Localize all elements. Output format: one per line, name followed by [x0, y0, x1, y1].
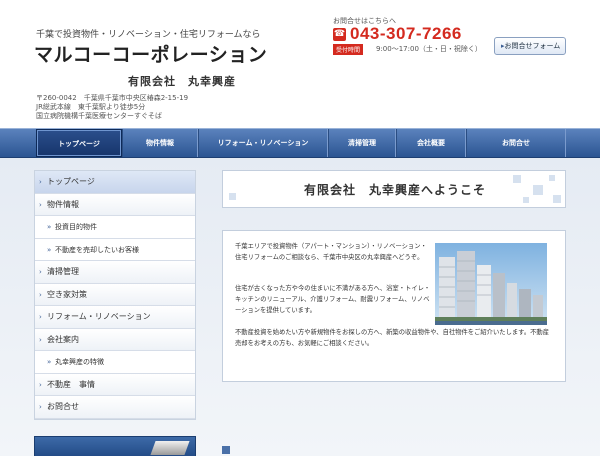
chevron-right-icon: › — [39, 268, 42, 276]
site-logo[interactable]: マルコーコーポレーション — [34, 40, 267, 67]
phone-icon: ☎ — [333, 28, 346, 41]
buildings-image — [435, 243, 547, 325]
main-nav: トップページ 物件情報 リフォーム・リノベーション 清掃管理 会社概要 お問合せ — [0, 128, 600, 158]
double-chevron-icon: » — [47, 245, 52, 254]
sidebar-item-cleaning[interactable]: › 清掃管理 — [35, 261, 195, 284]
nav-item-reform[interactable]: リフォーム・リノベーション — [198, 129, 328, 157]
nav-item-top[interactable]: トップページ — [36, 129, 122, 157]
nav-item-company[interactable]: 会社概要 — [396, 129, 466, 157]
nav-item-contact[interactable]: お問合せ — [466, 129, 566, 157]
intro-paragraph: 住宅が古くなった方や今の住まいに不満がある方へ、浴室・トイレ・キッチンのリニュー… — [235, 285, 431, 315]
double-chevron-icon: » — [47, 223, 52, 231]
chevron-right-icon: › — [39, 200, 42, 209]
chevron-right-icon: › — [39, 313, 42, 321]
sidebar-item-reform[interactable]: › リフォーム・リノベーション — [35, 306, 195, 329]
contact-form-label: お問合せフォーム — [504, 42, 561, 50]
intro-content: 千葉エリアで投資物件（アパート・マンション）・リノベーション・住宅リフォームのご… — [222, 230, 566, 382]
site-header: 千葉で投資物件・リノベーション・住宅リフォームなら マルコーコーポレーション 有… — [0, 0, 600, 128]
chevron-right-icon: › — [39, 178, 42, 186]
company-name: 有限会社 丸幸興産 — [128, 75, 236, 88]
chevron-right-icon: › — [39, 335, 42, 344]
double-chevron-icon: » — [47, 358, 52, 366]
welcome-heading-box: 有限会社 丸幸興産へようこそ — [222, 170, 566, 208]
hours-badge: 受付時間 — [333, 44, 364, 55]
sidebar-item-company[interactable]: › 会社案内 — [35, 328, 195, 351]
next-section-heading — [222, 444, 342, 456]
banner-graphic — [150, 441, 190, 455]
chevron-right-icon: › — [39, 290, 42, 299]
sidebar-item-features[interactable]: » 丸幸興産の特徴 — [35, 351, 195, 374]
intro-paragraph: 千葉エリアで投資物件（アパート・マンション）・リノベーション・住宅リフォームのご… — [235, 243, 427, 262]
section-marker-icon — [222, 446, 230, 454]
welcome-title: 有限会社 丸幸興産へようこそ — [303, 183, 486, 197]
sidebar-banner[interactable] — [34, 436, 196, 456]
nav-item-properties[interactable]: 物件情報 — [122, 129, 198, 157]
tagline: 千葉で投資物件・リノベーション・住宅リフォームなら — [36, 30, 261, 40]
city-buildings-photo — [435, 243, 547, 325]
address-line: 国立病院機構千葉医療センターすぐそば — [36, 112, 162, 120]
chevron-right-icon: › — [39, 403, 42, 411]
business-hours: 9:00〜17:00（土・日・祝除く） — [376, 45, 482, 53]
sidebar-item-properties[interactable]: › 物件情報 — [35, 193, 195, 216]
sidebar-item-realestate[interactable]: › 不動産 事情 — [35, 373, 195, 396]
sidebar-item-contact[interactable]: › お問合せ — [35, 396, 195, 419]
sidebar-item-sell[interactable]: » 不動産を売却したいお客様 — [35, 238, 195, 261]
chevron-right-icon: › — [39, 380, 42, 389]
sidebar-menu: › トップページ › 物件情報 » 投資目的物件 » 不動産を売却したいお客様 › 清掃管… — [34, 170, 196, 420]
sidebar-item-vacant[interactable]: › 空き家対策 — [35, 283, 195, 306]
sidebar-item-investment[interactable]: » 投資目的物件 — [35, 216, 195, 239]
nav-item-cleaning[interactable]: 清掃管理 — [328, 129, 396, 157]
contact-form-button[interactable]: ▸お問合せフォーム — [494, 37, 566, 55]
intro-paragraph: 不動産投資を始めたい方や新規物件をお探しの方へ、新築の収益物件や、自社物件をご紹… — [235, 329, 550, 348]
sidebar-item-top[interactable]: › トップページ — [35, 171, 195, 194]
phone-number[interactable]: 043-307-7266 — [350, 24, 462, 44]
